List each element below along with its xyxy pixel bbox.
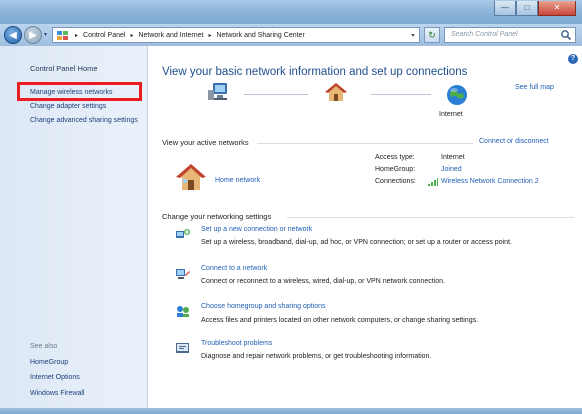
manage-wireless-networks-link[interactable]: Manage wireless networks [30,88,142,97]
breadcrumb-separator: ▸ [75,32,79,39]
window-controls: — □ ✕ [494,1,576,17]
new-connection-icon [176,229,190,238]
close-button[interactable]: ✕ [538,1,576,16]
forward-button[interactable]: ▶ [24,26,42,44]
windows-firewall-link[interactable]: Windows Firewall [30,390,84,397]
breadcrumb-control-panel[interactable]: Control Panel [83,32,125,39]
see-also-heading: See also [30,343,58,350]
connect-or-disconnect-link[interactable]: Connect or disconnect [479,138,549,145]
homegroup-link[interactable]: HomeGroup [30,359,68,366]
navigation-bar: ◀ ▶ ▾ ▸ Control Panel ▸ Network and Inte… [0,24,582,46]
section-divider [257,143,473,144]
troubleshoot-icon [176,343,189,353]
map-connection-line [244,94,308,95]
breadcrumb-network-and-sharing-center[interactable]: Network and Sharing Center [216,32,304,39]
search-box[interactable]: Search Control Panel [444,27,576,43]
left-task-pane: Control Panel Home Manage wireless netwo… [0,46,148,408]
help-icon[interactable]: ? [568,54,578,64]
homegroup-sharing-description: Access files and printers located on oth… [201,317,479,324]
network-house-icon[interactable] [324,81,348,103]
address-bar[interactable]: ▸ Control Panel ▸ Network and Internet ▸… [52,27,420,43]
setup-connection-description: Set up a wireless, broadband, dial-up, a… [201,239,512,246]
minimize-button[interactable]: — [494,1,516,16]
setup-connection-link[interactable]: Set up a new connection or network [201,226,312,233]
connect-to-network-description: Connect or reconnect to a wireless, wire… [201,278,445,285]
main-content: ? View your basic network information an… [149,46,582,408]
troubleshoot-problems-link[interactable]: Troubleshoot problems [201,340,272,347]
change-adapter-settings-link[interactable]: Change adapter settings [30,102,142,111]
breadcrumb-separator[interactable]: ▸ [208,32,211,39]
recent-pages-dropdown[interactable]: ▾ [44,31,47,38]
homegroup-value-link[interactable]: Joined [441,166,462,173]
connect-to-network-link[interactable]: Connect to a network [201,265,267,272]
connect-network-icon [176,269,190,279]
title-bar: — □ ✕ [0,0,582,24]
homegroup-icon [177,306,189,317]
access-type-value: Internet [441,154,465,161]
internet-globe-icon[interactable] [446,84,468,106]
change-settings-heading: Change your networking settings [162,212,272,221]
section-divider [287,217,574,218]
homegroup-sharing-options-link[interactable]: Choose homegroup and sharing options [201,303,326,310]
maximize-button[interactable]: □ [516,1,538,16]
window-bottom-border [0,408,582,414]
homegroup-label: HomeGroup: [375,166,416,173]
refresh-button[interactable]: ↻ [424,27,440,43]
access-type-label: Access type: [375,154,415,161]
control-panel-home-link[interactable]: Control Panel Home [30,64,98,73]
wireless-connection-link[interactable]: Wireless Network Connection 2 [441,178,539,185]
home-network-icon [176,164,206,190]
see-full-map-link[interactable]: See full map [515,84,554,91]
breadcrumb-network-and-internet[interactable]: Network and Internet [138,32,203,39]
map-connection-line [371,94,431,95]
active-networks-heading: View your active networks [162,138,249,147]
change-advanced-sharing-settings-link[interactable]: Change advanced sharing settings [30,116,142,125]
search-icon[interactable] [560,29,572,41]
breadcrumb-separator[interactable]: ▸ [130,32,133,39]
address-dropdown-icon[interactable]: ▾ [407,32,419,39]
home-network-link[interactable]: Home network [215,177,260,184]
computer-icon[interactable] [206,81,230,103]
internet-label: Internet [439,111,463,118]
control-panel-icon [57,31,68,40]
wireless-signal-icon [428,178,438,186]
troubleshoot-problems-description: Diagnose and repair network problems, or… [201,353,432,360]
search-input[interactable]: Search Control Panel [451,31,518,38]
back-button[interactable]: ◀ [4,26,22,44]
connections-label: Connections: [375,178,416,185]
page-title: View your basic network information and … [162,66,468,78]
internet-options-link[interactable]: Internet Options [30,374,80,381]
